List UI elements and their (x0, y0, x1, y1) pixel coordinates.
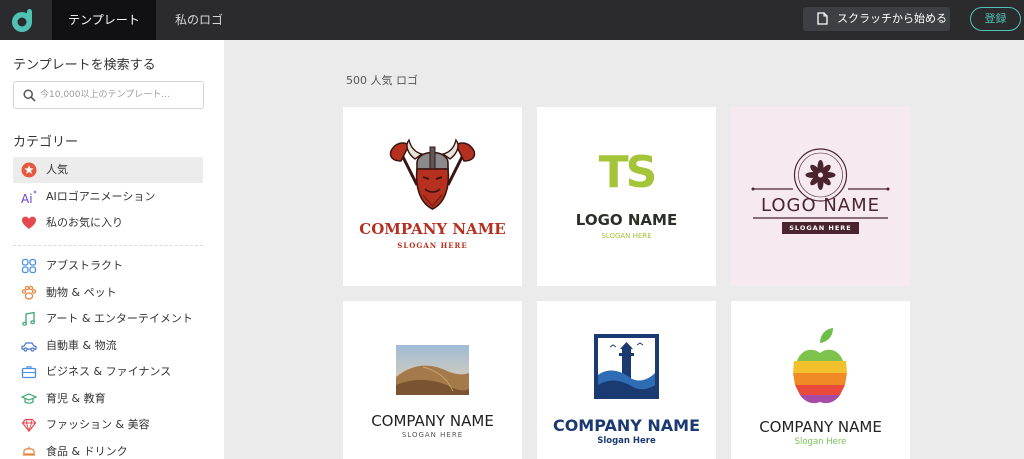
graduation-cap-icon (21, 393, 37, 404)
sidebar: テンプレートを検索する カテゴリー 人気 Ai AIロゴアニメーション 私のお気… (0, 40, 224, 459)
register-button[interactable]: 登録 (970, 7, 1021, 31)
logo-card[interactable]: COMPANY NAME SLOGAN HERE (343, 107, 522, 286)
sidebar-item-label: AIロゴアニメーション (46, 190, 156, 203)
heart-icon (22, 216, 36, 229)
sidebar-item-business-finance[interactable]: ビジネス & ファイナンス (13, 359, 203, 385)
logo-slogan: SLOGAN HERE (401, 431, 464, 439)
section-title: 500 人気 ロゴ (346, 74, 418, 87)
logo-company-name: COMPANY NAME (759, 418, 882, 436)
sidebar-item-label: 自動車 & 物流 (46, 339, 117, 352)
logo-company-name: COMPANY NAME (371, 412, 494, 430)
sidebar-item-ai-logo-animation[interactable]: Ai AIロゴアニメーション (13, 184, 203, 210)
top-bar: テンプレート 私のロゴ スクラッチから始める 登録 (0, 0, 1024, 40)
abstract-icon (21, 258, 37, 274)
food-icon (23, 446, 35, 456)
star-icon (21, 162, 37, 178)
start-from-scratch-button[interactable]: スクラッチから始める (803, 7, 950, 31)
logo-slogan: Slogan Here (597, 436, 656, 446)
sidebar-item-label: 人気 (46, 163, 68, 176)
logo-slogan: SLOGAN HERE (397, 241, 468, 250)
logo-mark-text: TS (598, 147, 658, 198)
app-logo-icon[interactable] (9, 6, 37, 34)
sidebar-item-food-drink[interactable]: 食品 & ドリンク (13, 439, 203, 459)
tab-templates[interactable]: テンプレート (52, 0, 156, 40)
search-icon (23, 89, 36, 102)
sidebar-item-label: 動物 & ペット (46, 286, 117, 299)
ai-icon: Ai (21, 190, 37, 205)
logo-card[interactable]: COMPANY NAME Slogan Here (731, 301, 910, 459)
sidebar-item-automotive-logistics[interactable]: 自動車 & 物流 (13, 333, 203, 359)
viking-helmet-axes-icon (389, 138, 476, 210)
svg-text:Ai: Ai (21, 192, 33, 205)
logo-card[interactable]: COMPANY NAME Slogan Here (537, 301, 716, 459)
sidebar-item-abstract[interactable]: アブストラクト (13, 253, 203, 279)
logo-company-name: COMPANY NAME (359, 220, 506, 238)
sidebar-item-animals-pets[interactable]: 動物 & ペット (13, 280, 203, 306)
search-title: テンプレートを検索する (13, 58, 156, 73)
start-from-scratch-label: スクラッチから始める (837, 12, 947, 25)
sidebar-item-label: ビジネス & ファイナンス (46, 365, 172, 378)
logo-slogan: SLOGAN HERE (601, 232, 652, 240)
sidebar-item-label: アブストラクト (46, 259, 123, 272)
paw-icon (21, 285, 37, 300)
logo-slogan: SLOGAN HERE (789, 224, 852, 232)
car-icon (21, 342, 37, 352)
logo-card[interactable]: TS LOGO NAME SLOGAN HERE (537, 107, 716, 286)
music-note-icon (22, 311, 36, 326)
diamond-icon (21, 418, 37, 433)
logo-company-name: LOGO NAME (575, 211, 678, 229)
logo-company-name: COMPANY NAME (552, 416, 701, 435)
tab-my-logos[interactable]: 私のロゴ (164, 0, 234, 40)
logo-slogan: Slogan Here (794, 437, 847, 447)
sidebar-item-fashion-beauty[interactable]: ファッション & 美容 (13, 412, 203, 438)
sidebar-item-label: アート & エンターテイメント (46, 312, 193, 325)
search-input[interactable] (40, 86, 200, 104)
sidebar-item-popular[interactable]: 人気 (13, 157, 203, 183)
sidebar-divider (13, 245, 203, 246)
document-icon (817, 12, 828, 25)
sidebar-item-label: 食品 & ドリンク (46, 445, 128, 458)
sidebar-item-label: 育児 & 教育 (46, 392, 106, 405)
logo-card[interactable]: COMPANY NAME SLOGAN HERE (343, 301, 522, 459)
sidebar-item-arts-entertainment[interactable]: アート & エンターテイメント (13, 306, 203, 332)
sidebar-item-label: 私のお気に入り (46, 216, 123, 229)
logo-card[interactable]: LOGO NAME SLOGAN HERE (731, 107, 910, 286)
category-title: カテゴリー (13, 135, 79, 150)
sidebar-item-favorites[interactable]: 私のお気に入り (13, 210, 203, 236)
search-box[interactable] (13, 81, 204, 109)
sidebar-item-label: ファッション & 美容 (46, 418, 150, 431)
logo-company-name: LOGO NAME (760, 195, 881, 216)
briefcase-icon (21, 366, 37, 379)
sidebar-item-childcare-education[interactable]: 育児 & 教育 (13, 386, 203, 412)
